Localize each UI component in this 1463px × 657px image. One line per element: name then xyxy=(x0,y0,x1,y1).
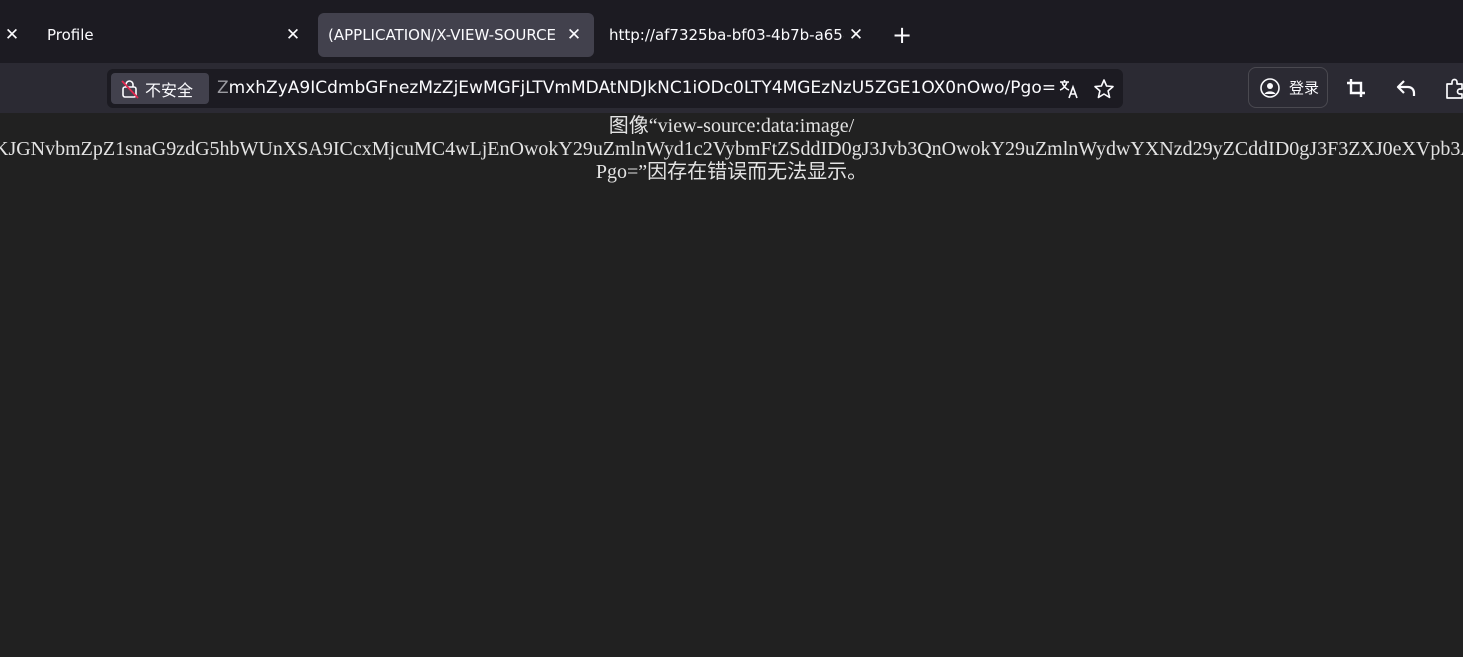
puzzle-icon[interactable] xyxy=(1443,76,1463,100)
page-content: 图像“view-source:data:image/ KJGNvbmZpZ1sn… xyxy=(0,113,1463,657)
undo-icon[interactable] xyxy=(1394,76,1418,100)
security-indicator[interactable]: 不安全 xyxy=(111,73,209,104)
tab-label: http://af7325ba-bf03-4b7b-a658 xyxy=(609,26,844,44)
star-icon[interactable] xyxy=(1093,78,1115,100)
translate-icon[interactable] xyxy=(1058,78,1080,100)
image-error-line-3: Pgo=”因存在错误而无法显示。 xyxy=(595,161,868,183)
image-error-line-1: 图像“view-source:data:image/ xyxy=(608,115,855,137)
tab-strip: ✕ Profile ✕ (APPLICATION/X-VIEW-SOURCE ✕… xyxy=(0,0,1463,63)
new-tab-button[interactable]: + xyxy=(890,22,914,48)
close-tab-icon[interactable]: ✕ xyxy=(3,25,21,45)
url-dim-prefix: Z xyxy=(217,78,229,98)
login-button[interactable]: 登录 xyxy=(1248,67,1328,108)
url-input[interactable]: ZmxhZyA9ICdmbGFnezMzZjEwMGFjLTVmMDAtNDJk… xyxy=(217,69,1055,108)
address-bar[interactable]: 不安全 ZmxhZyA9ICdmbGFnezMzZjEwMGFjLTVmMDAt… xyxy=(107,69,1123,108)
tab-label: Profile xyxy=(47,26,94,44)
image-error-line-2: KJGNvbmZpZ1snaG9zdG5hbWUnXSA9ICcxMjcuMC4… xyxy=(0,138,1463,160)
crop-icon[interactable] xyxy=(1344,76,1368,100)
close-tab-icon[interactable]: ✕ xyxy=(564,25,584,45)
tab-view-source[interactable]: (APPLICATION/X-VIEW-SOURCE ✕ xyxy=(318,13,594,57)
tab-url[interactable]: http://af7325ba-bf03-4b7b-a658 ✕ xyxy=(598,13,872,57)
navigation-toolbar: 不安全 ZmxhZyA9ICdmbGFnezMzZjEwMGFjLTVmMDAt… xyxy=(0,63,1463,113)
url-text: mxhZyA9ICdmbGFnezMzZjEwMGFjLTVmMDAtNDJkN… xyxy=(228,78,1055,98)
tab-label: (APPLICATION/X-VIEW-SOURCE xyxy=(328,26,557,44)
close-tab-icon[interactable]: ✕ xyxy=(846,25,866,45)
account-icon xyxy=(1260,77,1280,98)
login-label: 登录 xyxy=(1289,79,1320,97)
close-tab-icon[interactable]: ✕ xyxy=(283,25,303,45)
tab-profile[interactable]: Profile ✕ xyxy=(32,13,312,57)
security-label: 不安全 xyxy=(145,80,194,100)
lock-warning-icon xyxy=(121,79,139,99)
